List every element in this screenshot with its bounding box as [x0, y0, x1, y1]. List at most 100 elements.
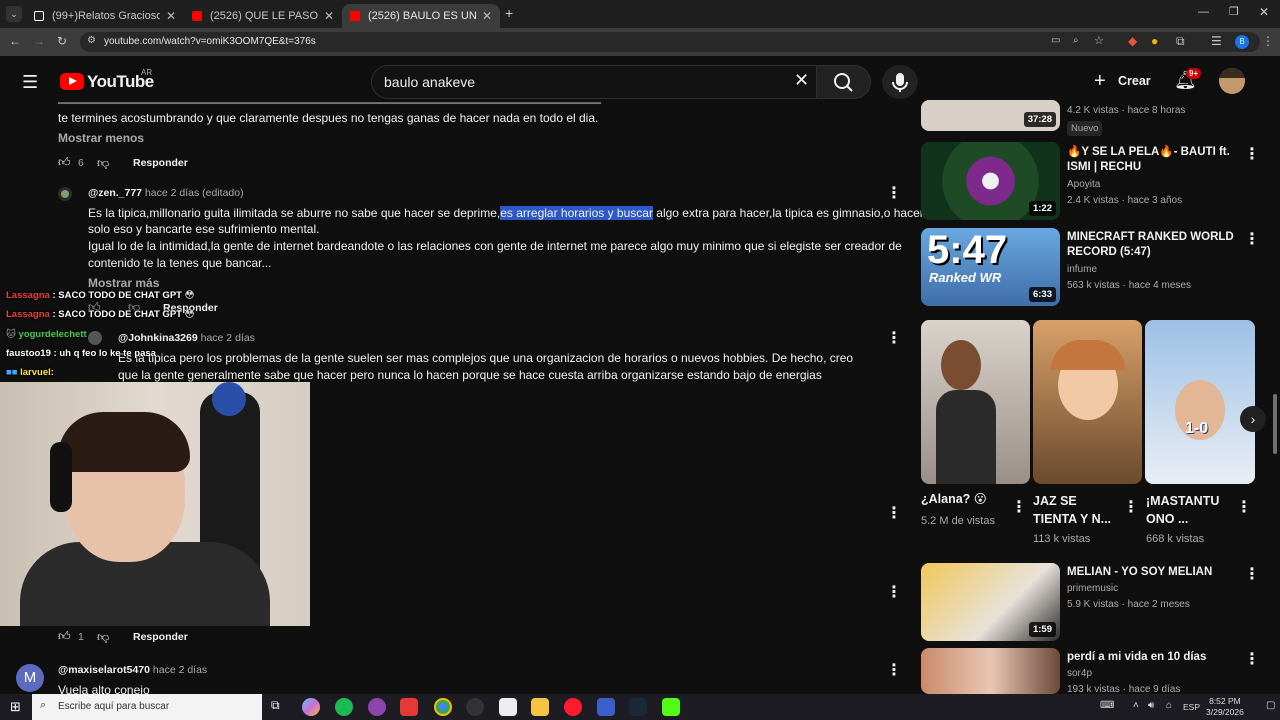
- comment-time[interactable]: hace 2 días (editado): [145, 187, 244, 199]
- reload-icon[interactable]: ↻: [57, 34, 67, 48]
- dislike-icon[interactable]: 👎︎: [97, 630, 109, 645]
- streaming-app-icon[interactable]: [368, 698, 386, 716]
- copilot-icon[interactable]: [302, 698, 320, 716]
- language-indicator[interactable]: ESP: [1183, 702, 1200, 712]
- cast-icon[interactable]: ▭: [1051, 35, 1060, 46]
- short-thumbnail[interactable]: 1-0: [1145, 320, 1255, 484]
- video-title[interactable]: MELIAN - YO SOY MELIAN: [1067, 565, 1212, 580]
- video-thumbnail[interactable]: 1:59: [921, 563, 1060, 641]
- avatar[interactable]: M: [16, 664, 44, 692]
- short-thumbnail[interactable]: [921, 320, 1030, 484]
- like-icon[interactable]: 👍︎: [58, 629, 71, 644]
- comment-author[interactable]: @Johnkina3269: [118, 332, 198, 344]
- minimize-button[interactable]: —: [1198, 6, 1209, 18]
- clock[interactable]: 8:52 PM 3/29/2026: [1206, 696, 1244, 718]
- video-thumbnail[interactable]: 5:47 Ranked WR 6:33: [921, 228, 1060, 306]
- video-menu-icon[interactable]: ⋮: [1244, 649, 1260, 669]
- close-icon[interactable]: ✕: [482, 9, 492, 23]
- tab-2[interactable]: (2526) QUE LE PASO A MATIAS ✕: [184, 4, 342, 28]
- short-menu-icon[interactable]: ⋮: [1123, 497, 1139, 517]
- address-bar[interactable]: youtube.com/watch?v=omiK3OOM7QE&t=376s: [80, 32, 1260, 52]
- channel-name[interactable]: Apoyita: [1067, 177, 1100, 193]
- keyboard-icon[interactable]: ⌨: [1100, 700, 1114, 711]
- video-title[interactable]: perdí a mi vida en 10 días: [1067, 650, 1206, 665]
- window-close-button[interactable]: ✕: [1259, 5, 1269, 19]
- new-tab-button[interactable]: +: [505, 5, 513, 21]
- kick-icon[interactable]: [662, 698, 680, 716]
- channel-name[interactable]: infume: [1067, 262, 1097, 278]
- file-explorer-icon[interactable]: [531, 698, 549, 716]
- comment-time[interactable]: hace 2 días: [201, 332, 255, 344]
- reply-button[interactable]: Responder: [133, 631, 188, 643]
- voice-search-button[interactable]: [882, 65, 918, 99]
- close-icon[interactable]: ✕: [324, 9, 334, 23]
- show-less-link[interactable]: Mostrar menos: [58, 130, 144, 146]
- search-input[interactable]: baulo anakeve: [371, 65, 817, 99]
- account-avatar[interactable]: [1219, 68, 1245, 94]
- chrome-icon[interactable]: [434, 698, 452, 716]
- video-menu-icon[interactable]: ⋮: [1244, 144, 1260, 164]
- site-info-icon[interactable]: ⚙: [87, 35, 96, 46]
- shelf-next-button[interactable]: ›: [1240, 406, 1266, 432]
- avatar[interactable]: [58, 187, 72, 201]
- search-button[interactable]: [817, 65, 871, 99]
- comment-menu-icon[interactable]: ⋮: [886, 328, 902, 348]
- channel-name[interactable]: primemusic: [1067, 581, 1118, 597]
- tab-1[interactable]: (99+)Relatos Graciosos de Poli ✕: [26, 4, 184, 28]
- taskbar-search-input[interactable]: Escribe aquí para buscar: [32, 694, 262, 720]
- windows-start-icon[interactable]: ⊞: [10, 699, 21, 715]
- steam-icon[interactable]: [629, 698, 647, 716]
- avatar[interactable]: [88, 331, 102, 345]
- short-thumbnail[interactable]: [1033, 320, 1142, 484]
- comment-menu-icon[interactable]: ⋮: [886, 660, 902, 680]
- app-icon[interactable]: [597, 698, 615, 716]
- video-thumbnail[interactable]: [921, 648, 1060, 694]
- tray-chevron-icon[interactable]: ˄: [1133, 700, 1139, 711]
- short-title[interactable]: ¿Alana? 😮: [921, 492, 987, 507]
- short-menu-icon[interactable]: ⋮: [1011, 497, 1027, 517]
- show-more-link[interactable]: Mostrar más: [88, 275, 159, 291]
- youtube-logo-icon[interactable]: [60, 73, 84, 90]
- opera-icon[interactable]: [564, 698, 582, 716]
- spotify-icon[interactable]: [335, 698, 353, 716]
- video-title[interactable]: 🔥Y SE LA PELA🔥- BAUTI ft. ISMI | RECHU: [1067, 145, 1230, 175]
- scrollbar-thumb[interactable]: [1273, 394, 1277, 454]
- video-thumbnail[interactable]: 1:22: [921, 142, 1060, 220]
- create-button[interactable]: Crear: [1118, 74, 1151, 88]
- short-title[interactable]: JAZ SE TIENTA Y N...: [1033, 492, 1111, 528]
- like-icon[interactable]: 👍︎: [58, 155, 71, 170]
- voicemod-icon[interactable]: [400, 698, 418, 716]
- comment-menu-icon[interactable]: ⋮: [886, 183, 902, 203]
- network-icon[interactable]: ⌂: [1166, 700, 1172, 711]
- video-title[interactable]: MINECRAFT RANKED WORLD RECORD (5:47): [1067, 230, 1234, 260]
- tab-list-button[interactable]: ⌄: [6, 6, 22, 22]
- extension-fox-icon[interactable]: ◆: [1128, 34, 1137, 48]
- task-view-icon[interactable]: ⧉: [271, 698, 289, 716]
- forward-icon[interactable]: →: [33, 34, 45, 48]
- back-icon[interactable]: ←: [9, 34, 21, 48]
- reply-button[interactable]: Responder: [133, 157, 188, 169]
- short-menu-icon[interactable]: ⋮: [1236, 497, 1252, 517]
- volume-icon[interactable]: 🔊︎: [1148, 700, 1154, 711]
- close-icon[interactable]: ✕: [166, 9, 176, 23]
- page-scrollbar[interactable]: [1270, 104, 1280, 694]
- comment-time[interactable]: hace 2 días: [153, 664, 207, 676]
- extensions-icon[interactable]: ⧉: [1176, 34, 1185, 49]
- video-thumbnail[interactable]: 37:28: [921, 100, 1060, 131]
- comment-menu-icon[interactable]: ⋮: [886, 503, 902, 523]
- zoom-icon[interactable]: ⌕: [1073, 35, 1079, 46]
- reading-list-icon[interactable]: ☰: [1211, 34, 1222, 48]
- short-title[interactable]: ¡MASTANTU ONO ...: [1146, 492, 1219, 528]
- channel-name[interactable]: sor4p: [1067, 666, 1092, 682]
- extension-color-icon[interactable]: ●: [1151, 34, 1158, 48]
- create-plus-icon[interactable]: +: [1094, 70, 1106, 93]
- hamburger-menu-icon[interactable]: ☰: [22, 72, 38, 93]
- tab-3[interactable]: (2526) BAULO ES UN CONEJITO ✕: [342, 4, 500, 28]
- bookmark-star-icon[interactable]: ☆: [1094, 34, 1104, 47]
- notification-center-icon[interactable]: ▢: [1266, 700, 1275, 711]
- comment-author[interactable]: @maxiselarot5470: [58, 664, 150, 676]
- profile-avatar[interactable]: B: [1235, 35, 1249, 49]
- dislike-icon[interactable]: 👎︎: [97, 156, 109, 171]
- comment-author[interactable]: @zen._777: [88, 187, 142, 199]
- video-menu-icon[interactable]: ⋮: [1244, 229, 1260, 249]
